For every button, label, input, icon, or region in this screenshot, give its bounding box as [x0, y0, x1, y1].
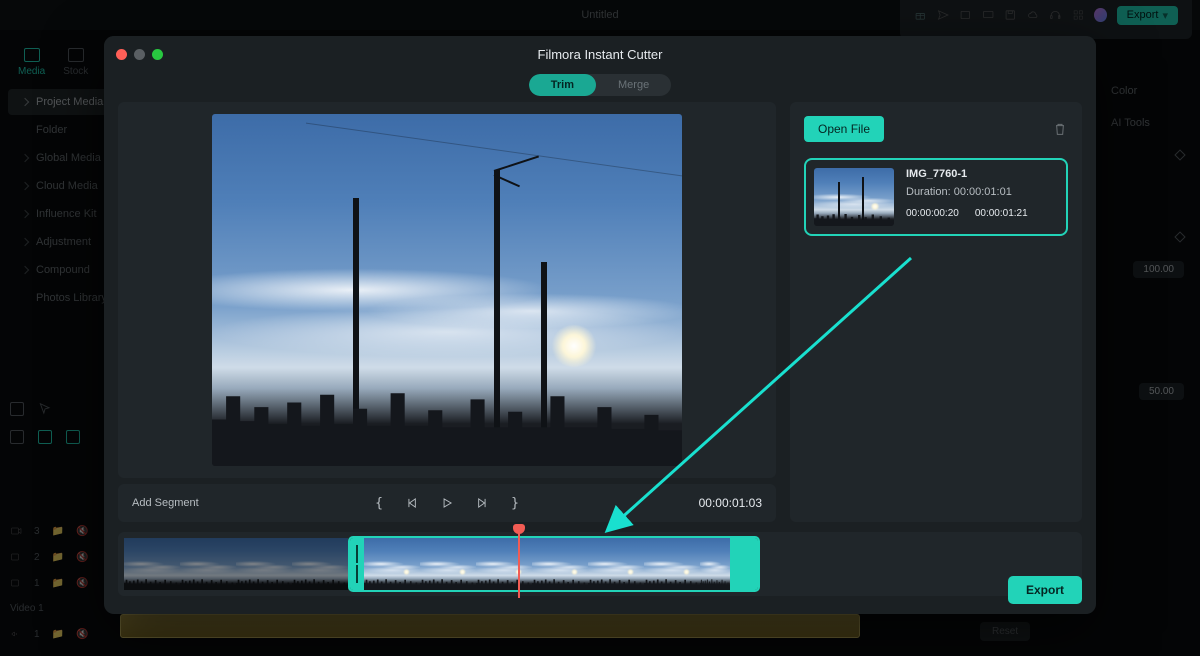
instant-cutter-modal: Filmora Instant Cutter Trim Merge [104, 36, 1096, 614]
tab-merge[interactable]: Merge [596, 74, 671, 96]
trim-handle-right[interactable] [730, 538, 758, 590]
export-button[interactable]: Export [1008, 576, 1082, 604]
clip-name: IMG_7760-1 [906, 168, 1028, 180]
add-segment-button[interactable]: Add Segment [132, 497, 199, 509]
mark-out-button[interactable]: } [507, 495, 523, 511]
maximize-window-icon[interactable] [152, 49, 163, 60]
step-back-button[interactable] [405, 495, 421, 511]
close-window-icon[interactable] [116, 49, 127, 60]
modal-titlebar[interactable]: Filmora Instant Cutter [104, 36, 1096, 72]
clip-panel: Open File IMG_7760-1 Duration: 00:00:01:… [790, 102, 1082, 522]
selected-frames [364, 538, 730, 590]
open-file-button[interactable]: Open File [804, 116, 884, 142]
step-forward-button[interactable] [473, 495, 489, 511]
mark-in-button[interactable]: { [371, 495, 387, 511]
clip-out-timecode[interactable]: 00:00:01:21 [975, 208, 1028, 219]
clip-duration: Duration: 00:00:01:01 [906, 186, 1028, 198]
mode-segmented-control: Trim Merge [529, 74, 671, 96]
clip-card[interactable]: IMG_7760-1 Duration: 00:00:01:01 00:00:0… [804, 158, 1068, 236]
minimize-window-icon[interactable] [134, 49, 145, 60]
playback-controls: Add Segment { } 00:00:01:03 [118, 484, 776, 522]
current-timecode: 00:00:01:03 [699, 496, 762, 510]
video-preview[interactable] [118, 102, 776, 478]
tab-trim[interactable]: Trim [529, 74, 596, 96]
playhead[interactable] [518, 532, 520, 598]
selection-range[interactable] [348, 536, 760, 592]
modal-title: Filmora Instant Cutter [538, 47, 663, 62]
trim-handle-left[interactable] [350, 538, 364, 590]
timeline-preroll [124, 538, 348, 590]
trash-icon[interactable] [1052, 121, 1068, 137]
trim-timeline[interactable] [118, 532, 1082, 596]
clip-in-timecode[interactable]: 00:00:00:20 [906, 208, 959, 219]
clip-thumbnail [814, 168, 894, 226]
play-button[interactable] [439, 495, 455, 511]
